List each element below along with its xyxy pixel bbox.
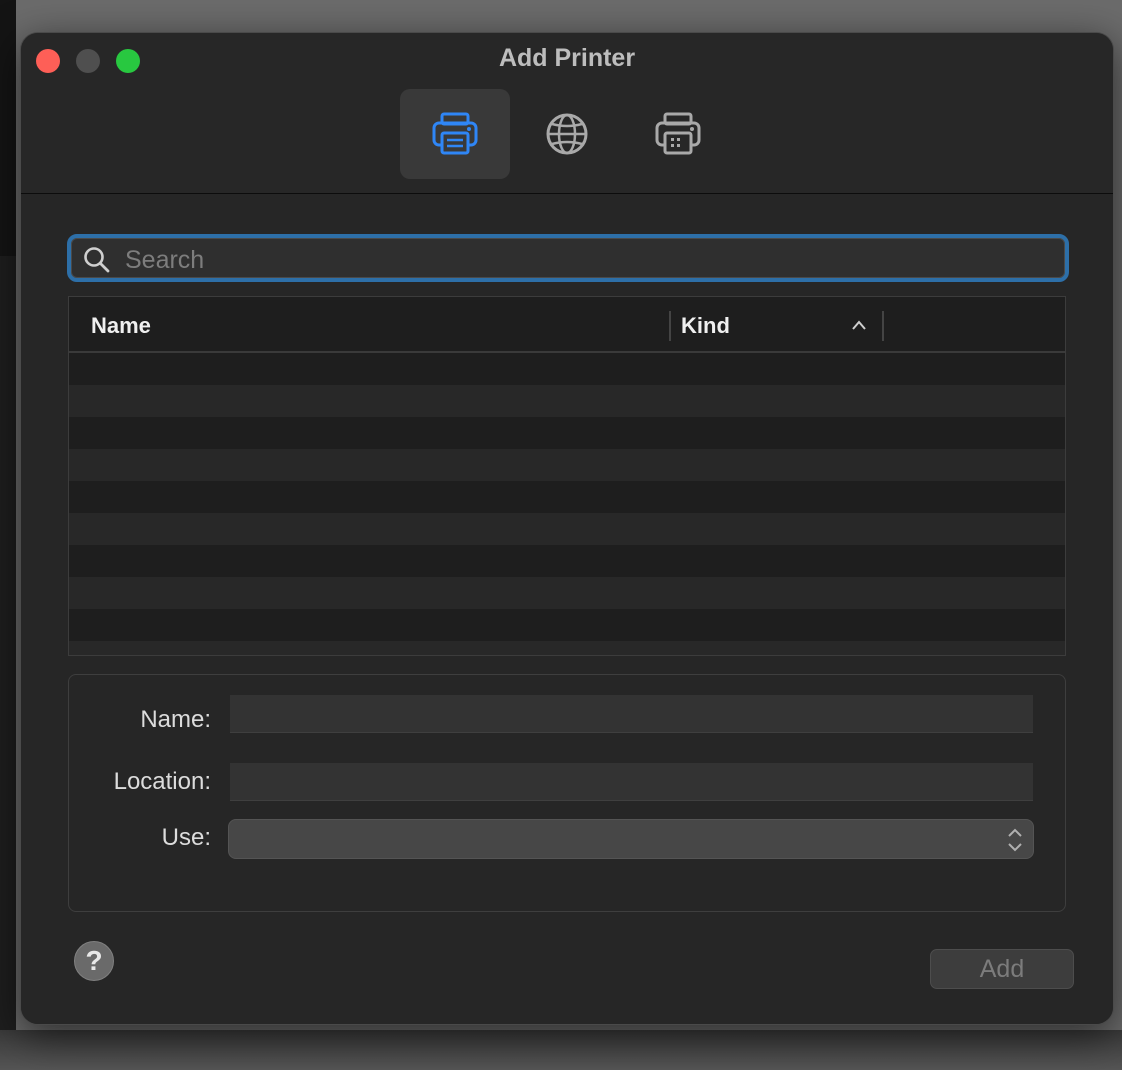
sort-ascending-icon [852, 320, 866, 330]
table-header: Name Kind [69, 297, 1065, 353]
location-label: Location: [113, 768, 211, 795]
column-header-name[interactable]: Name [91, 313, 151, 339]
table-row-empty [69, 641, 1065, 655]
table-row-empty [69, 481, 1065, 513]
chevron-up-down-icon [1008, 828, 1022, 852]
table-row-empty [69, 417, 1065, 449]
column-divider[interactable] [882, 311, 884, 341]
table-row-empty [69, 385, 1065, 417]
windows-printer-icon [655, 112, 701, 155]
name-label: Name: [140, 706, 211, 733]
table-row-empty [69, 513, 1065, 545]
printer-icon [432, 112, 478, 155]
name-field[interactable] [230, 695, 1033, 733]
table-row-empty [69, 609, 1065, 641]
table-row-empty [69, 545, 1065, 577]
content-area: Name Kind Name: [21, 194, 1113, 1024]
table-row-empty [69, 353, 1065, 385]
background-desktop [0, 1030, 1122, 1070]
help-button[interactable]: ? [74, 941, 114, 981]
add-printer-window: Add Printer Search Name Kind Name: Locat… [20, 32, 1114, 1025]
globe-icon [546, 113, 588, 155]
background-left-window [0, 0, 16, 256]
tab-windows-printer[interactable] [623, 89, 733, 179]
tab-ip-printer[interactable] [512, 89, 622, 179]
tab-default-printers[interactable] [400, 89, 510, 179]
column-header-kind[interactable]: Kind [681, 313, 730, 339]
table-rows [69, 353, 1065, 655]
table-row-empty [69, 449, 1065, 481]
add-button[interactable]: Add [930, 949, 1074, 989]
location-field[interactable] [230, 763, 1033, 801]
column-divider[interactable] [669, 311, 671, 341]
printer-info-box: Name: Location: Use: [68, 674, 1066, 912]
printer-list-table[interactable]: Name Kind [68, 296, 1066, 656]
window-title: Add Printer [498, 44, 636, 72]
use-select[interactable] [228, 819, 1034, 859]
search-field[interactable] [67, 234, 1069, 282]
search-icon [84, 247, 110, 273]
table-row-empty [69, 577, 1065, 609]
titlebar: Add Printer [21, 33, 1113, 194]
use-label: Use: [161, 824, 211, 851]
search-input[interactable] [123, 242, 1055, 278]
